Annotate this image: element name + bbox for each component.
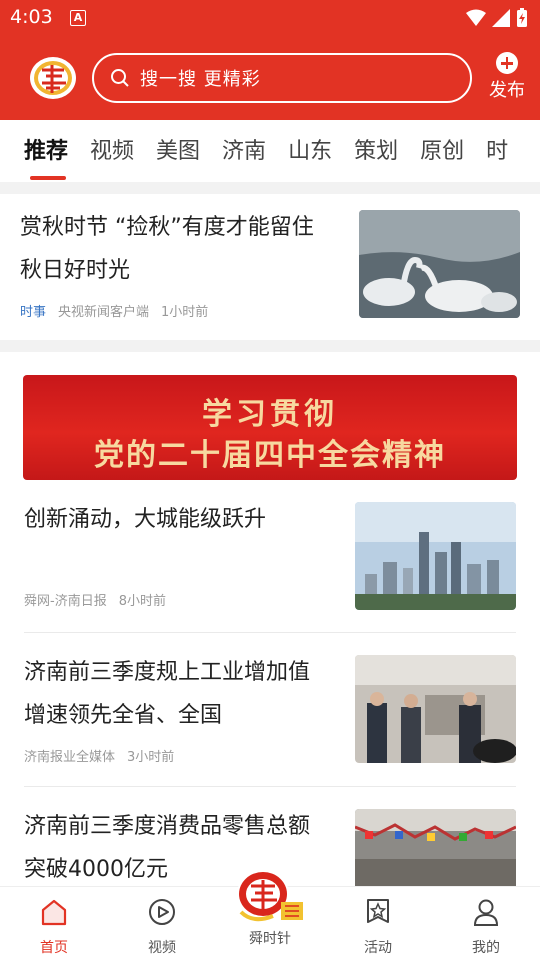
top-header: 4:03 A 搜一搜 更精彩 发布 (0, 0, 540, 120)
system-icons (466, 8, 528, 28)
tab-shandong[interactable]: 山东 (288, 120, 332, 182)
tab-original[interactable]: 原创 (420, 120, 464, 182)
status-time: 4:03 (10, 6, 53, 28)
news-thumbnail (355, 655, 516, 763)
news-item[interactable]: 赏秋时节 “捡秋”有度才能留住 秋日好时光 时事 央视新闻客户端 1小时前 (0, 194, 540, 340)
news-title-line2: 增速领先全省、全国 (24, 703, 223, 728)
news-source: 央视新闻客户端 (58, 305, 150, 320)
news-time: 8小时前 (118, 594, 166, 609)
news-title: 赏秋时节 “捡秋”有度才能留住 秋日好时光 (20, 206, 340, 292)
section-separator (0, 340, 540, 352)
nav-mine-label: 我的 (472, 940, 500, 956)
news-thumbnail (355, 502, 516, 610)
nav-activity-label: 活动 (364, 940, 392, 956)
tab-video[interactable]: 视频 (90, 120, 134, 182)
tab-planning[interactable]: 策划 (354, 120, 398, 182)
video-icon (149, 899, 175, 925)
nav-home-label: 首页 (40, 940, 68, 956)
banner-line2: 党的二十届四中全会精神 (94, 438, 446, 473)
nav-activity[interactable]: 活动 (338, 897, 418, 957)
news-title: 创新涌动，大城能级跃升 (24, 498, 344, 541)
news-title-line1: 赏秋时节 “捡秋”有度才能留住 (20, 215, 314, 240)
news-item[interactable]: 创新涌动，大城能级跃升 舜网-济南日报 8小时前 (0, 490, 540, 630)
battery-icon (517, 8, 527, 27)
news-title: 济南前三季度规上工业增加值 增速领先全省、全国 (24, 651, 344, 737)
news-source: 舜网-济南日报 (24, 594, 107, 609)
news-item[interactable]: 济南前三季度规上工业增加值 增速领先全省、全国 济南报业全媒体 3小时前 (0, 643, 540, 785)
nav-center-label[interactable]: 舜时针 (230, 928, 310, 948)
wifi-icon (466, 9, 486, 26)
plus-icon (496, 52, 518, 74)
item-divider (24, 632, 516, 633)
news-meta: 济南报业全媒体 3小时前 (24, 746, 174, 765)
news-source: 济南报业全媒体 (24, 750, 116, 765)
banner-line1: 学习贯彻 (202, 397, 338, 432)
news-title-line1: 济南前三季度规上工业增加值 (24, 660, 311, 685)
tab-photos[interactable]: 美图 (156, 120, 200, 182)
signal-icon (492, 9, 510, 27)
tab-more[interactable]: 时 (486, 120, 508, 182)
notification-badge: A (70, 10, 86, 26)
nav-video-label: 视频 (148, 940, 176, 956)
publish-label: 发布 (489, 80, 525, 101)
news-meta: 舜网-济南日报 8小时前 (24, 590, 166, 609)
app-logo[interactable] (28, 55, 78, 101)
news-title-line1: 济南前三季度消费品零售总额 (24, 814, 311, 839)
news-thumbnail (355, 809, 516, 886)
nav-video[interactable]: 视频 (122, 897, 202, 957)
category-tabs: 推荐 视频 美图 济南 山东 策划 原创 时 (0, 120, 540, 182)
tab-recommend[interactable]: 推荐 (24, 120, 68, 182)
news-title-line1: 创新涌动，大城能级跃升 (24, 507, 267, 532)
news-category: 时事 (20, 305, 47, 320)
star-badge-icon (367, 899, 389, 923)
news-time: 1小时前 (161, 305, 209, 320)
person-icon (473, 899, 499, 926)
nav-home[interactable]: 首页 (14, 897, 94, 957)
nav-mine[interactable]: 我的 (446, 897, 526, 957)
search-placeholder: 搜一搜 更精彩 (140, 69, 261, 90)
status-bar: 4:03 A (0, 0, 540, 36)
search-bar[interactable]: 搜一搜 更精彩 (92, 53, 472, 103)
news-meta: 时事 央视新闻客户端 1小时前 (20, 301, 208, 320)
section-separator (0, 182, 540, 194)
item-divider (24, 786, 516, 787)
center-nav-logo[interactable] (233, 866, 307, 926)
news-thumbnail (359, 210, 520, 318)
promo-banner[interactable]: 学习贯彻 党的二十届四中全会精神 (23, 375, 517, 480)
search-icon (111, 69, 129, 87)
home-icon (41, 899, 67, 926)
tab-jinan[interactable]: 济南 (222, 120, 266, 182)
publish-button[interactable]: 发布 (484, 52, 530, 102)
news-title-line2: 秋日好时光 (20, 258, 131, 283)
news-time: 3小时前 (127, 750, 175, 765)
